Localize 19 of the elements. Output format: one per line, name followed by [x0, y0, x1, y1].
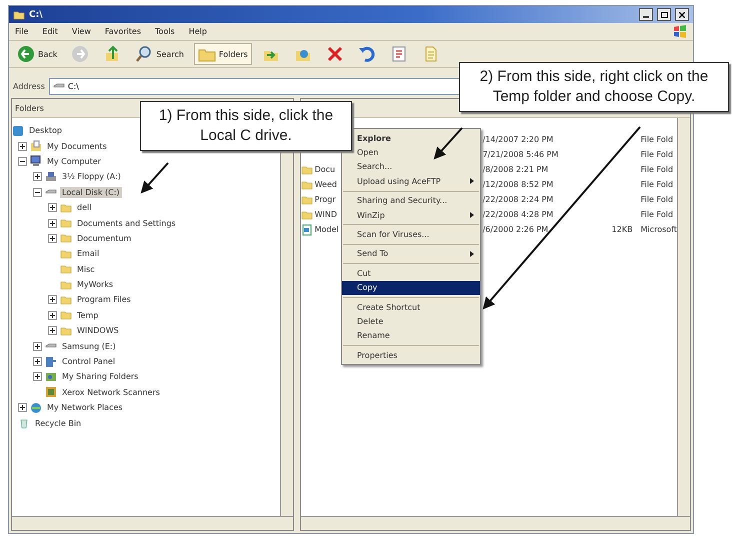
file-type: File Fold — [640, 180, 674, 189]
file-type: File Fold — [640, 210, 674, 219]
file-size: 12KB — [612, 225, 633, 234]
file-date: /14/2007 2:20 PM — [482, 135, 554, 144]
file-date: 7/21/2008 5:46 PM — [482, 150, 560, 159]
callout-tooltip: 1) From this side, click the Local C drive. — [140, 101, 352, 151]
address-label: Address — [13, 82, 45, 90]
callout-tooltip: 2) From this side, right click on the Temp folder and choose Copy. — [459, 62, 729, 112]
file-type: File Fold — [640, 195, 674, 204]
window-title: C:\ — [29, 10, 44, 20]
file-date: /6/2000 2:26 PM — [482, 225, 550, 234]
file-date: /22/2008 4:28 PM — [482, 210, 554, 219]
file-date: /12/2008 8:52 PM — [482, 180, 554, 189]
file-type: File Fold — [640, 150, 674, 159]
file-type: File Fold — [640, 165, 674, 174]
file-date: /22/2008 2:24 PM — [482, 195, 554, 204]
file-date: /8/2008 2:21 PM — [482, 165, 550, 174]
file-type: File Fold — [640, 135, 674, 144]
file-type: Microsoft — [640, 225, 677, 234]
